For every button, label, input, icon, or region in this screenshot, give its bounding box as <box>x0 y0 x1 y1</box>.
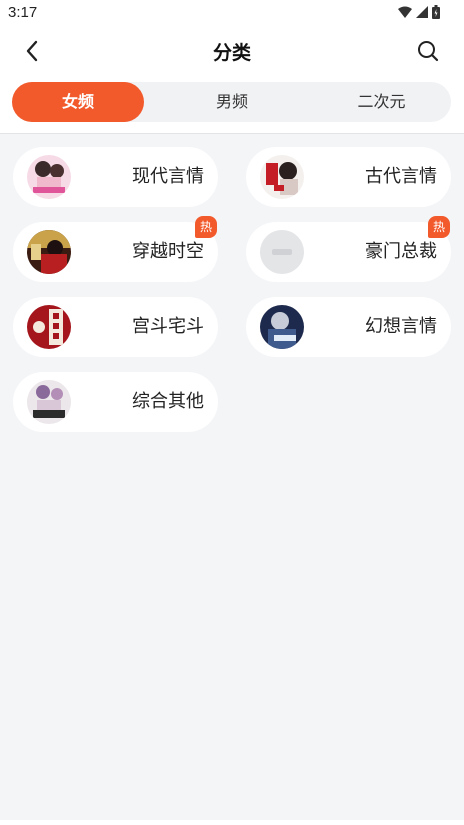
category-label: 古代言情 <box>365 166 437 187</box>
status-icons <box>398 5 440 19</box>
top-area: 3:17 分类 女频 男频 二次元 <box>0 0 464 134</box>
page-title: 分类 <box>212 42 251 64</box>
search-button[interactable] <box>414 37 442 65</box>
category-label: 幻想言情 <box>365 316 437 337</box>
category-cover-image <box>260 305 304 349</box>
category-label: 穿越时空 <box>132 241 204 262</box>
category-cover-image <box>27 305 71 349</box>
header: 分类 <box>0 26 464 76</box>
category-cover-image <box>260 230 304 274</box>
category-cover-image <box>27 380 71 424</box>
category-cover-image <box>260 155 304 199</box>
search-icon <box>418 41 439 62</box>
signal-icon <box>416 6 428 18</box>
gender-tabs: 女频 男频 二次元 <box>12 82 451 122</box>
wifi-icon <box>398 6 412 18</box>
category-cover-image <box>27 230 71 274</box>
category-label: 现代言情 <box>132 166 204 187</box>
status-bar: 3:17 <box>0 0 464 26</box>
header-divider <box>0 133 464 134</box>
tab-anime[interactable]: 二次元 <box>312 82 451 122</box>
bottom-bar <box>0 820 464 825</box>
category-card-fantasy-romance[interactable]: 幻想言情 <box>246 297 451 357</box>
status-time: 3:17 <box>8 4 38 21</box>
hot-badge: 热 <box>195 216 217 238</box>
category-label: 宫斗宅斗 <box>132 316 204 337</box>
category-card-others[interactable]: 综合其他 <box>13 372 218 432</box>
category-card-ceo-romance[interactable]: 豪门总裁 <box>246 222 451 282</box>
category-label: 豪门总裁 <box>365 241 437 262</box>
tab-male[interactable]: 男频 <box>162 82 302 122</box>
category-card-time-travel[interactable]: 穿越时空 <box>13 222 218 282</box>
category-card-ancient-romance[interactable]: 古代言情 <box>246 147 451 207</box>
category-label: 综合其他 <box>132 391 204 412</box>
battery-icon <box>432 5 440 19</box>
category-card-palace-intrigue[interactable]: 宫斗宅斗 <box>13 297 218 357</box>
hot-badge: 热 <box>428 216 450 238</box>
tab-female[interactable]: 女频 <box>12 82 144 122</box>
category-cover-image <box>27 155 71 199</box>
category-card-modern-romance[interactable]: 现代言情 <box>13 147 218 207</box>
